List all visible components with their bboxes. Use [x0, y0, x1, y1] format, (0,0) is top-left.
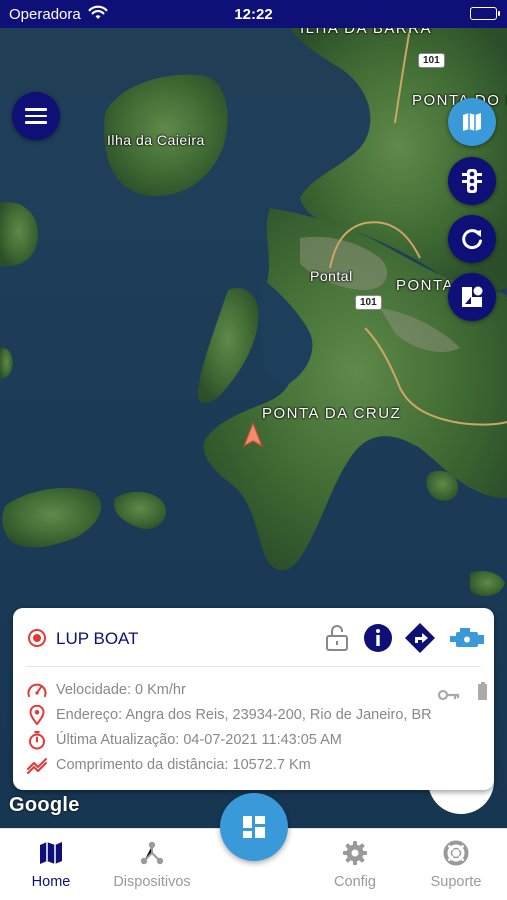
speedometer-icon	[26, 680, 48, 700]
map-label-ponta: PONTA	[396, 277, 455, 294]
geofence-button[interactable]	[448, 273, 496, 321]
device-name[interactable]: LUP BOAT	[56, 629, 139, 649]
traffic-button[interactable]	[448, 157, 496, 205]
location-pin-icon	[26, 705, 48, 725]
nav-item-config[interactable]: Config	[305, 839, 405, 890]
directions-icon[interactable]	[404, 622, 436, 654]
google-attribution: Google	[9, 794, 80, 816]
menu-button[interactable]	[12, 92, 60, 140]
map-label-ponta-da-cruz: PONTA DA CRUZ	[262, 405, 402, 422]
dashboard-button[interactable]	[220, 793, 288, 861]
nav-label-suporte: Suporte	[430, 874, 482, 890]
nav-label-dispositivos: Dispositivos	[113, 874, 191, 890]
address-value: Endereço: Angra dos Reis, 23934-200, Rio…	[56, 707, 432, 723]
lock-open-icon[interactable]	[321, 622, 353, 654]
status-bar: Operadora 12:22	[0, 0, 507, 28]
card-divider	[26, 666, 481, 667]
map-label-ilha-da-barra: ILHA DA BARRA	[300, 28, 433, 37]
battery-icon	[470, 7, 500, 20]
map-label-pontal: Pontal	[310, 268, 353, 284]
nav-label-config: Config	[334, 874, 376, 890]
device-card-header: LUP BOAT	[13, 608, 494, 668]
info-icon[interactable]	[362, 622, 394, 654]
last-update-value: Última Atualização: 04-07-2021 11:43:05 …	[56, 732, 342, 748]
refresh-icon	[462, 229, 482, 250]
nav-item-dispositivos[interactable]: Dispositivos	[102, 839, 202, 890]
last-update-row: Última Atualização: 04-07-2021 11:43:05 …	[26, 730, 342, 750]
distance-trend-icon	[26, 755, 48, 775]
stopwatch-icon	[26, 730, 48, 750]
speed-row: Velocidade: 0 Km/hr	[26, 680, 186, 700]
devices-icon	[102, 839, 202, 867]
route-shield: 101	[418, 53, 445, 68]
gear-icon	[305, 839, 405, 867]
map-icon	[1, 839, 101, 867]
map-type-button[interactable]	[448, 98, 496, 146]
nav-item-suporte[interactable]: Suporte	[406, 839, 506, 890]
distance-row: Comprimento da distância: 10572.7 Km	[26, 755, 311, 775]
map-icon	[463, 113, 481, 131]
route-shield: 101	[355, 295, 382, 310]
traffic-light-icon	[462, 169, 482, 193]
ignition-key-icon	[437, 688, 460, 706]
distance-value: Comprimento da distância: 10572.7 Km	[56, 757, 311, 773]
shapes-icon	[462, 286, 483, 307]
device-info-card: LUP BOAT Velocidade: 0 Km/hr Endereço: A…	[13, 608, 494, 790]
battery-level-icon	[478, 682, 487, 700]
status-indicator-icon	[28, 629, 46, 647]
nav-label-home: Home	[31, 874, 71, 890]
refresh-button[interactable]	[448, 215, 496, 263]
map-label-ilha-da-caieira: Ilha da Caieira	[107, 132, 205, 148]
address-row: Endereço: Angra dos Reis, 23934-200, Rio…	[26, 705, 432, 725]
support-icon	[406, 839, 506, 867]
speed-value: Velocidade: 0 Km/hr	[56, 682, 186, 698]
engine-icon[interactable]	[447, 622, 487, 654]
nav-item-home[interactable]: Home	[1, 839, 101, 890]
clock: 12:22	[234, 6, 273, 23]
dashboard-icon	[243, 816, 265, 838]
hamburger-icon	[25, 108, 47, 111]
